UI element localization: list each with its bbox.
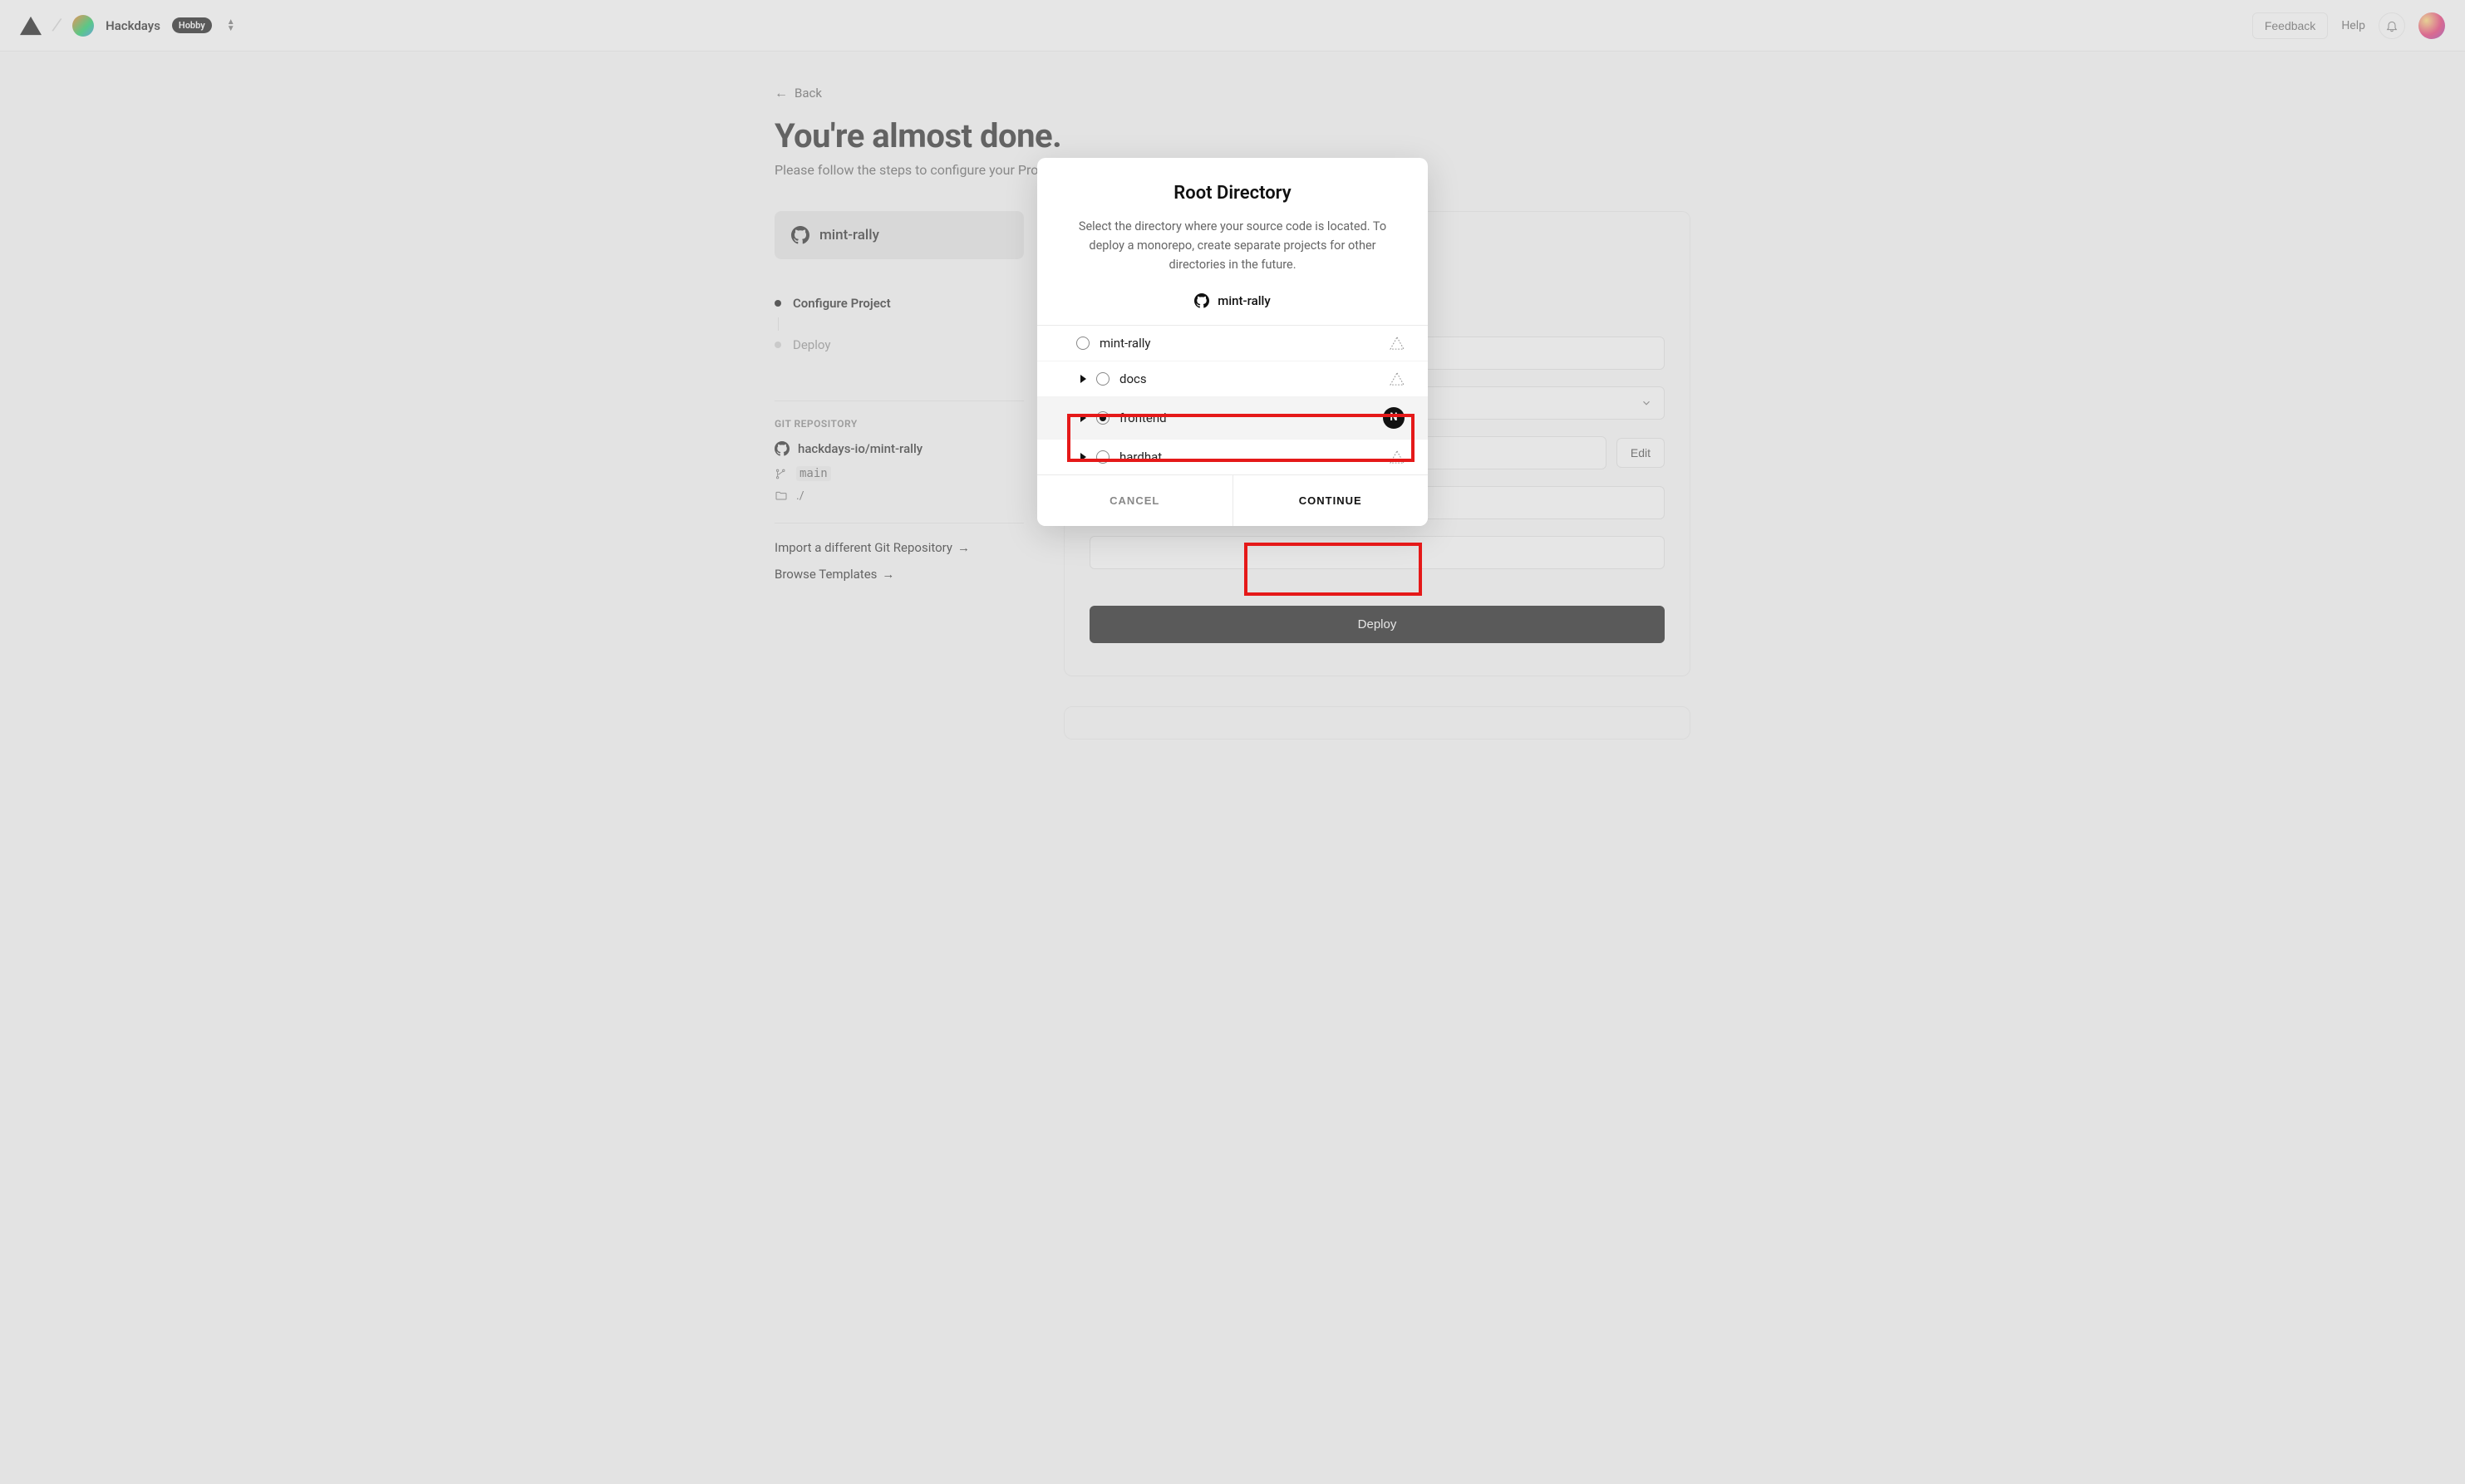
directory-row-docs[interactable]: docs <box>1037 361 1428 397</box>
radio-icon <box>1096 450 1109 464</box>
caret-right-icon <box>1080 414 1086 422</box>
caret-right-icon <box>1080 453 1086 461</box>
directory-label: hardhat <box>1119 450 1371 464</box>
nextjs-icon: N <box>1383 407 1405 429</box>
modal-repo: mint-rally <box>1067 293 1398 308</box>
directory-label: mint-rally <box>1100 336 1371 351</box>
directory-label: frontend <box>1119 410 1371 425</box>
radio-icon <box>1096 372 1109 386</box>
framework-unknown-icon <box>1390 450 1405 464</box>
cancel-button[interactable]: CANCEL <box>1037 475 1233 526</box>
radio-icon <box>1096 411 1109 425</box>
framework-unknown-icon <box>1390 337 1405 350</box>
modal-title: Root Directory <box>1067 183 1398 204</box>
modal-repo-name: mint-rally <box>1218 293 1270 308</box>
framework-unknown-icon <box>1390 372 1405 386</box>
radio-icon <box>1076 337 1090 350</box>
directory-label: docs <box>1119 371 1371 386</box>
github-icon <box>1194 293 1209 308</box>
modal-description: Select the directory where your source c… <box>1067 217 1398 275</box>
directory-list: mint-rally docs frontend N <box>1037 325 1428 474</box>
continue-button[interactable]: CONTINUE <box>1233 475 1429 526</box>
directory-row-root[interactable]: mint-rally <box>1037 326 1428 361</box>
directory-row-hardhat[interactable]: hardhat <box>1037 440 1428 474</box>
directory-row-frontend[interactable]: frontend N <box>1037 397 1428 440</box>
modal-header: Root Directory Select the directory wher… <box>1037 158 1428 325</box>
caret-right-icon <box>1080 375 1086 383</box>
modal-footer: CANCEL CONTINUE <box>1037 474 1428 526</box>
root-directory-modal: Root Directory Select the directory wher… <box>1037 158 1428 526</box>
